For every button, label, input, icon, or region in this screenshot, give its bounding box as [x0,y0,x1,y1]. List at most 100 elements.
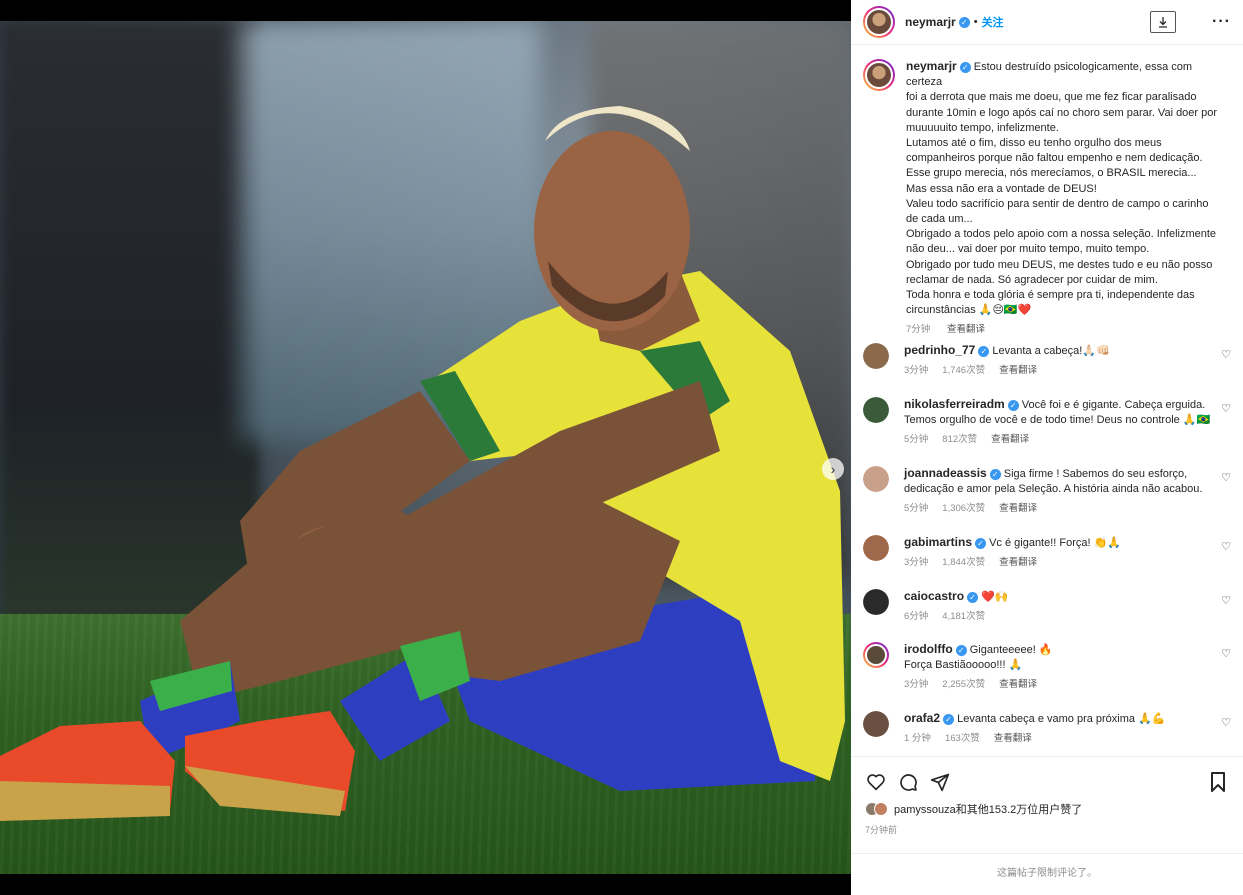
player-figure [0,106,845,821]
comment-text: Levanta cabeça e vamo pra próxima 🙏💪 [957,713,1166,725]
commenter-avatar[interactable] [863,397,889,423]
comment-text: Força Bastiãooooo!!! 🙏 [904,659,1023,672]
comment-item: orafa2 ✓ Levanta cabeça e vamo pra próxim… [851,711,1243,746]
like-comment-heart-icon[interactable]: ♡ [1221,647,1231,660]
liker-avatar [874,802,888,816]
commenter-avatar[interactable] [863,535,889,561]
instagram-post-viewer: › neymarjr ✓ • 关注 ··· neymarjr ✓ Estou d… [0,0,1243,895]
like-heart-icon[interactable] [865,771,887,793]
comment-time: 3分钟 [904,679,929,691]
like-comment-heart-icon[interactable]: ♡ [1221,471,1231,484]
comment-likes[interactable]: 812次赞 [942,434,977,445]
likes-summary[interactable]: pamyssouza和其他153.2万位用户赞了 [851,797,1243,817]
bookmark-icon[interactable] [1207,771,1229,793]
see-translation-link[interactable]: 查看翻译 [999,365,1037,376]
see-translation-link[interactable]: 查看翻译 [994,733,1032,744]
comment-item: gabimartins ✓ Vc é gigante!! Força! 👏🙏 3分… [851,535,1243,570]
commenter-username[interactable]: gabimartins [904,535,972,549]
comment-time: 3分钟 [904,557,929,569]
comment-likes[interactable]: 163次赞 [945,733,980,744]
caption-avatar[interactable] [863,59,895,91]
comment-likes[interactable]: 1,844次赞 [942,557,985,568]
more-options-icon[interactable]: ··· [1212,13,1231,31]
comment-time: 6分钟 [904,611,929,623]
post-image[interactable]: › [0,21,851,874]
comment-text: Giganteeeee! 🔥 [969,644,1053,656]
like-comment-heart-icon[interactable]: ♡ [1221,594,1231,607]
author-avatar[interactable] [863,6,895,38]
post-caption: neymarjr ✓ Estou destruído psicologicamen… [851,45,1243,338]
verified-badge-icon: ✓ [943,713,955,725]
caption-text: neymarjr ✓ Estou destruído psicologicamen… [906,59,1226,338]
comment-likes[interactable]: 1,746次赞 [942,365,985,376]
caption-line: foi a derrota que mais me doeu, que me f… [906,91,1197,104]
caption-line: de cada um... [906,213,973,226]
caption-line: Mas essa não era a vontade de DEUS! [906,182,1097,195]
comment-text: Siga firme ! Sabemos do seu esforço, [1003,468,1188,480]
caption-line: reclamar de nada. Só agradecer por cuida… [906,273,1158,286]
commenter-username[interactable]: nikolasferreiradm [904,397,1005,411]
comment-likes[interactable]: 4,181次赞 [942,611,985,622]
post-header: neymarjr ✓ • 关注 ··· [851,0,1243,45]
commenter-username[interactable]: pedrinho_77 [904,343,975,357]
commenter-avatar[interactable] [863,711,889,737]
like-comment-heart-icon[interactable]: ♡ [1221,716,1231,729]
author-username[interactable]: neymarjr [905,15,956,29]
commenter-username[interactable]: irodolffo [904,642,953,656]
caption-line: Lutamos até o fim, disso eu tenho orgulh… [906,137,1162,150]
verified-badge-icon: ✓ [989,468,1001,480]
comment-item: joannadeassis ✓ Siga firme ! Sabemos do s… [851,466,1243,517]
comment-text: Vc é gigante!! Força! 👏🙏 [989,537,1122,549]
caption-line: companheiros porque não faltou empenho e… [906,152,1203,165]
comment-time: 5分钟 [904,434,929,446]
caption-time: 7分钟 [906,324,931,336]
comment-text: Você foi e é gigante. Cabeça erguida. [1021,399,1206,411]
follow-button[interactable]: 关注 [982,14,1004,30]
share-send-icon[interactable] [929,771,951,793]
comment-text: Levanta a cabeça!🙏🏻👊🏻 [992,345,1110,357]
comment-text: ❤️🙌 [981,591,1009,603]
comment-item: nikolasferreiradm ✓ Você foi e é gigante.… [851,397,1243,448]
download-icon[interactable] [1150,11,1177,33]
comment-time: 5分钟 [904,503,929,515]
commenter-avatar[interactable] [863,343,889,369]
comment-item: irodolffo ✓ Giganteeeee! 🔥 Força Bastiãoo… [851,642,1243,693]
see-translation-link[interactable]: 查看翻译 [999,503,1037,514]
comment-bubble-icon[interactable] [897,771,919,793]
like-comment-heart-icon[interactable]: ♡ [1221,348,1231,361]
verified-badge-icon: ✓ [955,644,967,656]
comment-text: dedicação e amor pela Seleção. A históri… [904,483,1203,496]
see-translation-link[interactable]: 查看翻译 [991,434,1029,445]
see-translation-link[interactable]: 查看翻译 [947,324,985,335]
caption-line: Valeu todo sacrifício para sentir de den… [906,197,1209,210]
comments-list: neymarjr ✓ Estou destruído psicologicamen… [851,45,1243,755]
caption-line: durante 10min e logo após caí no choro s… [906,106,1218,119]
verified-badge-icon: ✓ [975,537,987,549]
caption-username[interactable]: neymarjr [906,59,957,73]
comment-text: Temos orgulho de você e de todo time! De… [904,414,1211,427]
caption-line: Toda honra e toda glória é sempre pra ti… [906,289,1195,302]
comment-likes[interactable]: 1,306次赞 [942,503,985,514]
commenter-avatar[interactable] [863,642,889,668]
carousel-next-button[interactable]: › [822,458,844,480]
see-translation-link[interactable]: 查看翻译 [999,557,1037,568]
commenter-username[interactable]: caiocastro [904,589,964,603]
commenter-username[interactable]: joannadeassis [904,466,987,480]
post-side-panel: neymarjr ✓ • 关注 ··· neymarjr ✓ Estou dest… [851,0,1243,895]
caption-line: Obrigado a todos pelo apoio com a nossa … [906,228,1217,241]
verified-badge-icon: ✓ [959,61,971,73]
comment-likes[interactable]: 2,255次赞 [942,679,985,690]
comments-limited-notice: 这篇帖子限制评论了。 [851,853,1243,895]
caption-line: muuuuuito tempo, infelizmente. [906,121,1059,134]
verified-badge-icon: ✓ [978,345,990,357]
verified-badge-icon: ✓ [967,591,979,603]
commenter-avatar[interactable] [863,466,889,492]
commenter-avatar[interactable] [863,589,889,615]
see-translation-link[interactable]: 查看翻译 [999,679,1037,690]
separator: • [973,16,978,28]
like-comment-heart-icon[interactable]: ♡ [1221,540,1231,553]
like-comment-heart-icon[interactable]: ♡ [1221,402,1231,415]
commenter-username[interactable]: orafa2 [904,711,940,725]
caption-line: não deu... vai doer por muito tempo, mui… [906,243,1150,256]
post-timestamp: 7分钟前 [865,825,898,835]
